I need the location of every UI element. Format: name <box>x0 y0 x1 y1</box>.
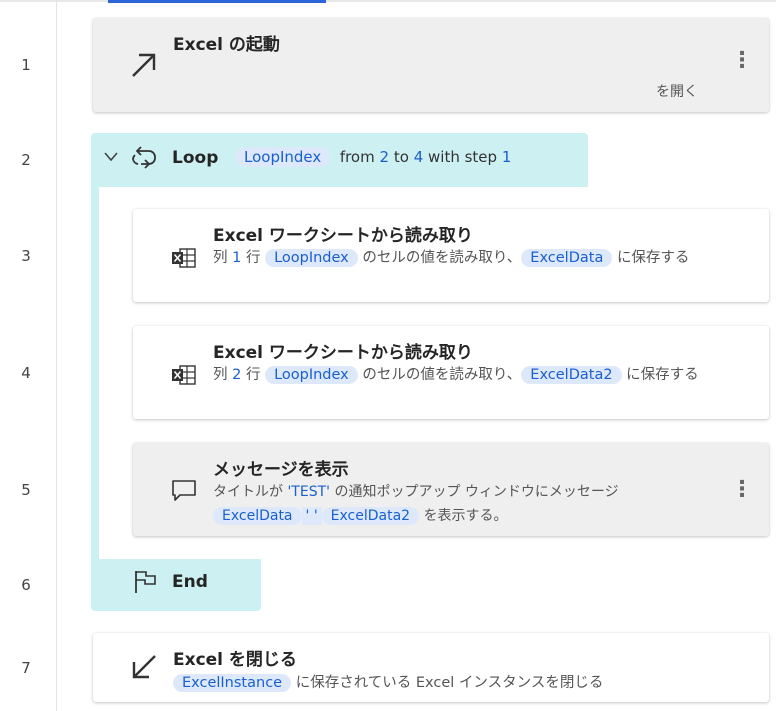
column-value: 1 <box>232 250 242 266</box>
more-options-icon[interactable]: ⋮ <box>731 479 753 501</box>
action-title: Excel を閉じる <box>173 650 297 670</box>
line-number-7: 7 <box>21 659 31 677</box>
output-var-token: ExcelData2 <box>521 366 622 384</box>
action-launch-excel[interactable]: Excel の起動 を開く ⋮ <box>93 18 769 112</box>
end-label: End <box>172 572 208 592</box>
action-title: メッセージを表示 <box>213 460 349 480</box>
action-description: 列 2 行 LoopIndex のセルの値を読み取り、 ExcelData2 に保… <box>213 366 699 384</box>
action-read-excel-2[interactable]: Excel ワークシートから読み取り 列 2 行 LoopIndex のセルの値… <box>133 326 769 419</box>
var-token-1: ExcelData <box>213 507 302 525</box>
action-description: ExcelInstance に保存されている Excel インスタンスを閉じる <box>173 671 603 695</box>
loop-title: Loop <box>172 148 219 168</box>
chevron-down-icon[interactable] <box>104 152 118 162</box>
line-number-gutter: 1 2 3 4 5 6 7 <box>0 0 57 711</box>
loop-end[interactable]: End <box>91 559 261 611</box>
flag-icon <box>135 571 156 593</box>
action-display-message[interactable]: メッセージを表示 タイトルが 'TEST' の通知ポップアップ ウィンドウにメッ… <box>133 443 769 536</box>
action-title: Excel ワークシートから読み取り <box>213 343 473 363</box>
loop-body-bar <box>91 187 99 559</box>
instance-var-token: ExcelInstance <box>173 674 292 692</box>
row-var-token: LoopIndex <box>265 249 358 267</box>
excel-icon <box>172 248 196 268</box>
output-var-token: ExcelData <box>521 249 613 267</box>
loop-var-token: LoopIndex <box>235 147 331 167</box>
step-label: with step <box>428 148 498 166</box>
action-title: Excel の起動 <box>173 35 280 55</box>
line-number-5: 5 <box>21 481 31 499</box>
separator-value: ' ' <box>301 507 322 525</box>
var-token-2: ExcelData2 <box>321 507 420 525</box>
line-number-2: 2 <box>21 151 31 169</box>
action-description: を開く <box>656 84 698 100</box>
column-value: 2 <box>232 367 242 383</box>
line-number-6: 6 <box>21 576 31 594</box>
to-label: to <box>393 148 409 166</box>
active-tab-indicator <box>108 0 326 3</box>
row-var-token: LoopIndex <box>265 366 358 384</box>
line-number-3: 3 <box>21 247 31 265</box>
title-value: 'TEST' <box>287 484 330 500</box>
step-value: 1 <box>501 148 512 166</box>
action-description: タイトルが 'TEST' の通知ポップアップ ウィンドウにメッセージ Excel… <box>213 484 619 525</box>
excel-icon <box>172 365 196 385</box>
more-options-icon[interactable]: ⋮ <box>731 50 753 72</box>
action-title: Excel ワークシートから読み取り <box>213 226 473 246</box>
loop-header[interactable]: Loop LoopIndex from 2 to 4 with step 1 <box>91 133 588 187</box>
arrow-down-left-icon <box>132 655 156 679</box>
from-label: from <box>339 148 375 166</box>
action-description: 列 1 行 LoopIndex のセルの値を読み取り、 ExcelData に保存… <box>213 249 690 267</box>
from-value: 2 <box>379 148 390 166</box>
arrow-up-right-icon <box>132 53 156 77</box>
action-read-excel-1[interactable]: Excel ワークシートから読み取り 列 1 行 LoopIndex のセルの値… <box>133 209 769 302</box>
line-number-1: 1 <box>21 56 31 74</box>
line-number-4: 4 <box>21 364 31 382</box>
loop-icon <box>132 146 156 169</box>
action-close-excel[interactable]: Excel を閉じる ExcelInstance に保存されている Excel … <box>93 633 769 702</box>
message-icon <box>172 480 196 501</box>
to-value: 4 <box>413 148 424 166</box>
loop-params: LoopIndex from 2 to 4 with step 1 <box>235 145 511 169</box>
